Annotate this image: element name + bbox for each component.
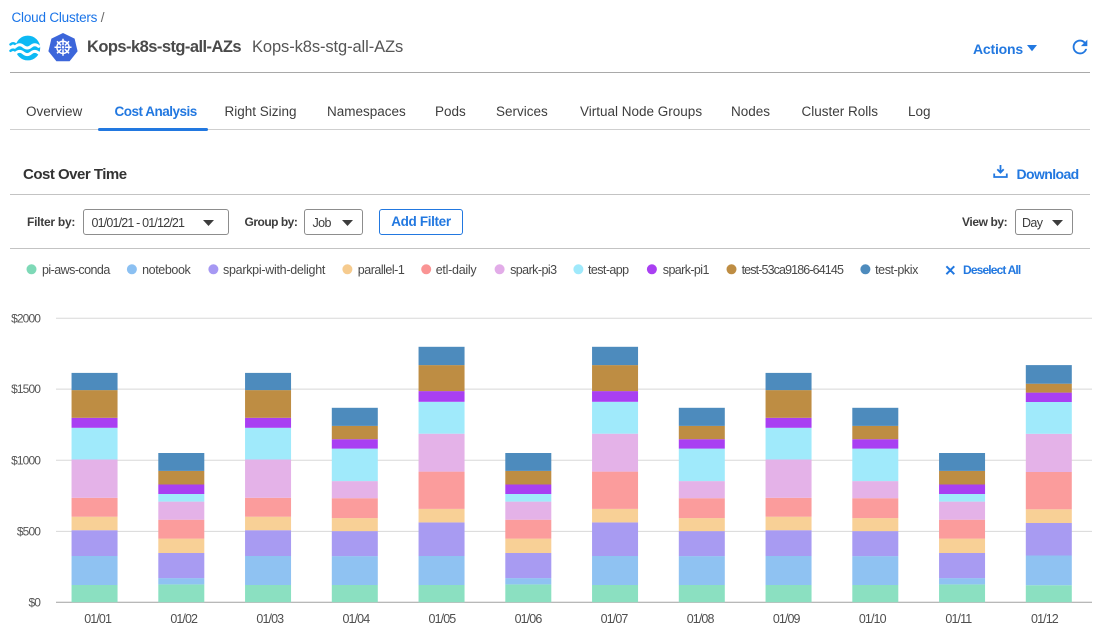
svg-text:01/02: 01/02 [170,612,198,626]
svg-text:sparkpi-with-delight: sparkpi-with-delight [223,263,326,277]
svg-text:parallel-1: parallel-1 [358,263,405,277]
svg-text:test-pkix: test-pkix [875,263,919,277]
svg-text:01/04: 01/04 [342,612,370,626]
svg-text:01/12: 01/12 [1031,612,1059,626]
svg-text:$0: $0 [28,595,41,609]
svg-text:etl-daily: etl-daily [436,263,478,277]
svg-text:spark-pi3: spark-pi3 [510,263,557,277]
svg-text:notebook: notebook [142,263,191,277]
svg-text:Deselect All: Deselect All [963,263,1021,277]
svg-text:✕: ✕ [944,263,956,279]
svg-text:01/10: 01/10 [859,612,887,626]
svg-text:01/03: 01/03 [256,612,284,626]
svg-text:spark-pi1: spark-pi1 [663,263,710,277]
svg-text:01/07: 01/07 [601,612,629,626]
svg-text:pi-aws-conda: pi-aws-conda [42,263,110,277]
svg-text:$1000: $1000 [11,453,41,467]
svg-text:test-app: test-app [588,263,629,277]
svg-text:01/06: 01/06 [515,612,543,626]
svg-text:test-53ca9186-64145: test-53ca9186-64145 [742,263,844,277]
svg-text:01/09: 01/09 [773,612,801,626]
svg-text:$500: $500 [17,525,41,539]
svg-text:01/08: 01/08 [687,612,715,626]
svg-text:$2000: $2000 [11,311,41,325]
svg-text:01/05: 01/05 [429,612,457,626]
svg-text:01/01: 01/01 [84,612,112,626]
svg-text:01/11: 01/11 [945,612,972,626]
svg-text:$1500: $1500 [11,382,41,396]
